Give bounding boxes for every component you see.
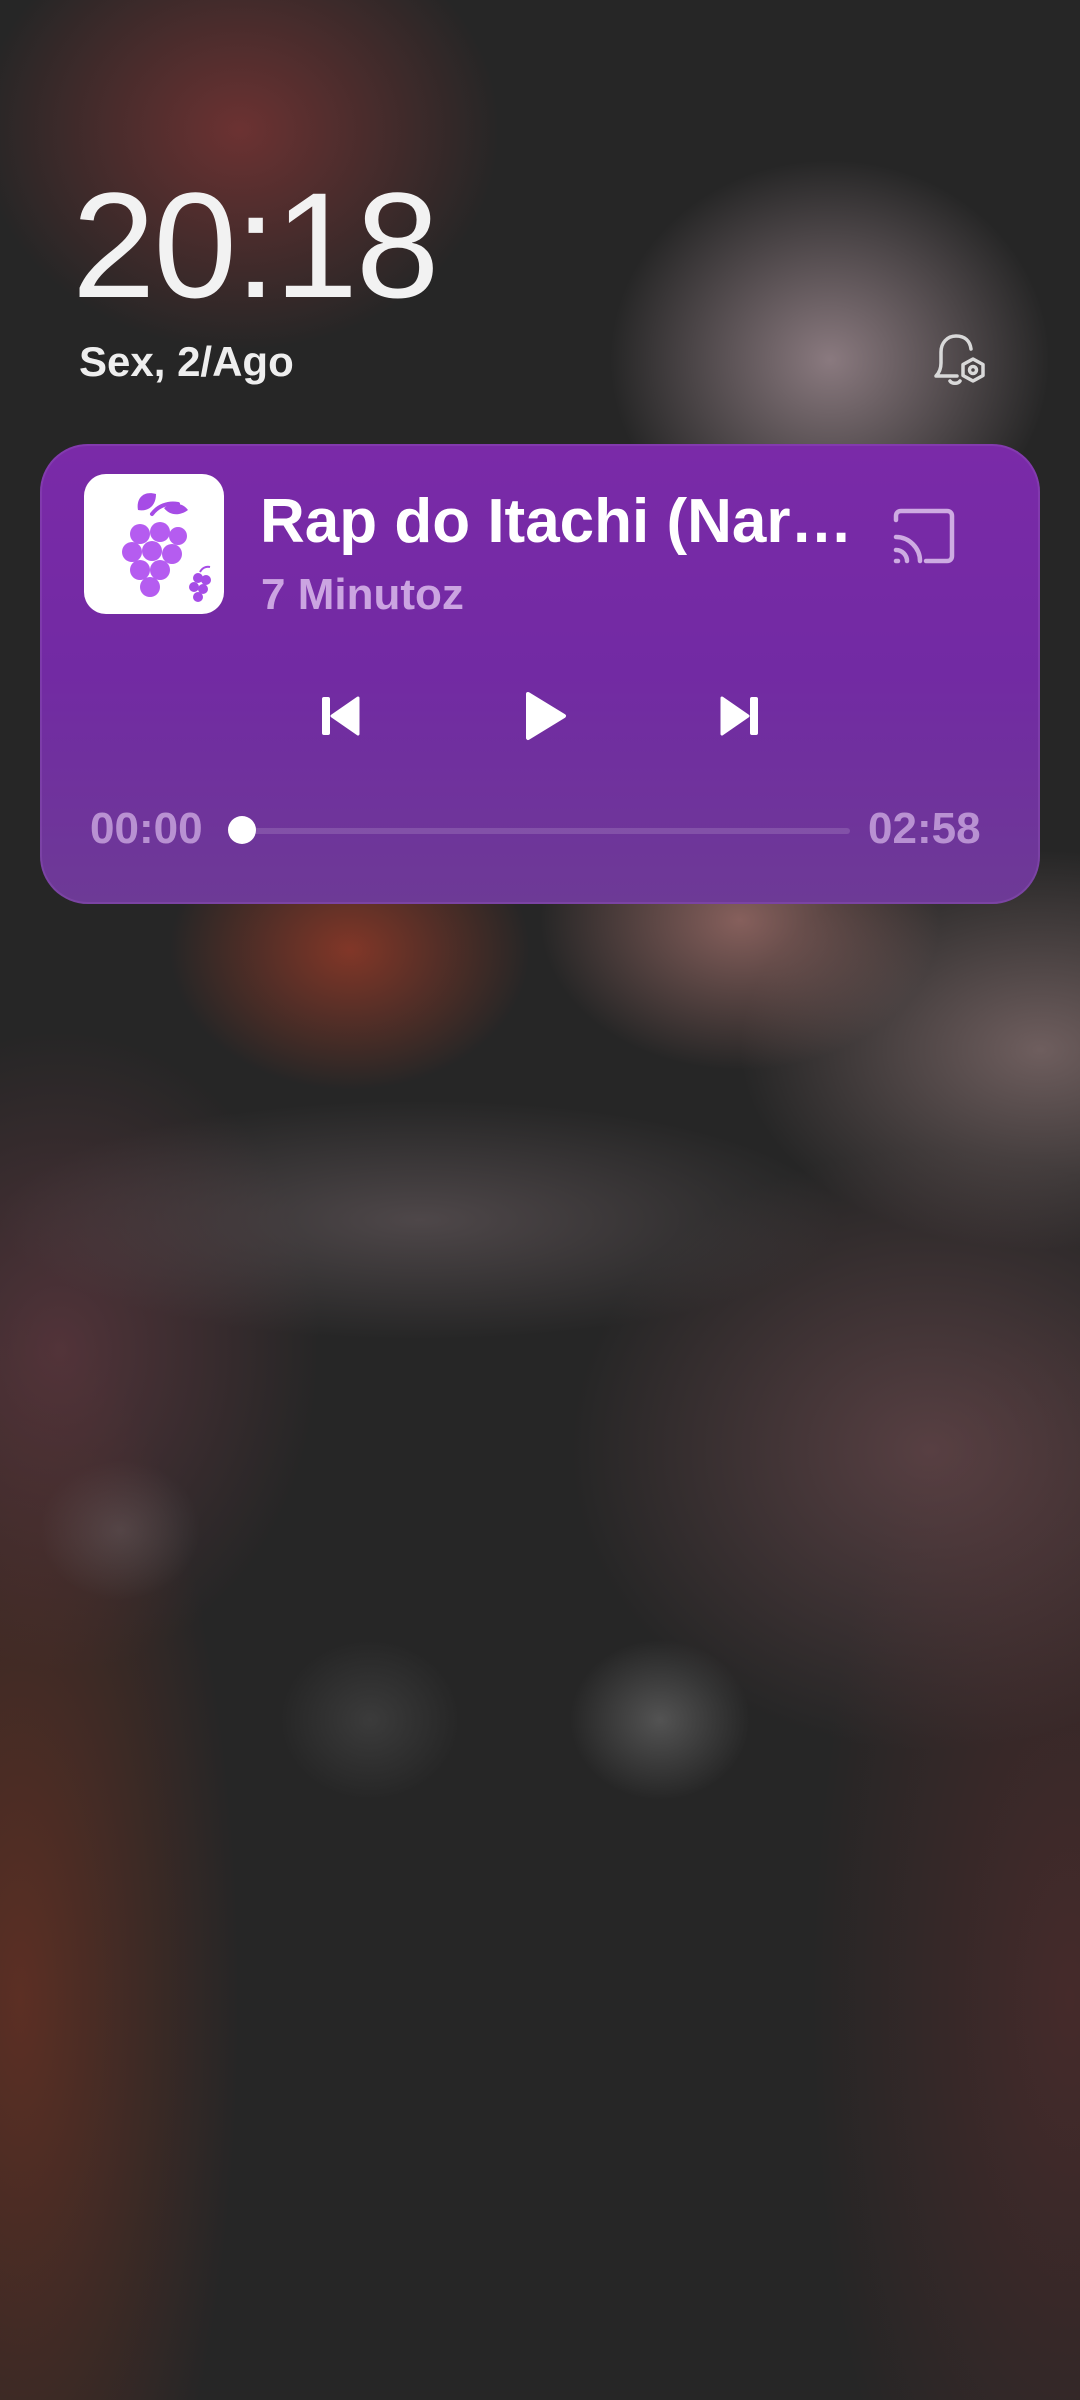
play-icon[interactable] (512, 684, 576, 748)
lockscreen-clock: 20:18 (72, 161, 439, 329)
track-title: Rap do Itachi (Naruto) (260, 487, 870, 556)
bell-gear-icon[interactable] (926, 326, 990, 390)
elapsed-time: 00:00 (90, 804, 203, 853)
album-art (84, 474, 224, 614)
grapes-icon (122, 493, 211, 602)
cast-icon[interactable] (888, 504, 960, 568)
seek-bar-thumb[interactable] (228, 816, 256, 844)
media-player-card[interactable]: Rap do Itachi (Naruto) 7 Minutoz 00:00 0… (40, 444, 1040, 904)
seek-bar[interactable] (242, 828, 850, 834)
track-artist: 7 Minutoz (261, 570, 464, 619)
total-duration: 02:58 (868, 804, 981, 853)
skip-previous-icon[interactable] (310, 686, 370, 746)
skip-next-icon[interactable] (710, 686, 770, 746)
lockscreen-date: Sex, 2/Ago (79, 338, 294, 385)
